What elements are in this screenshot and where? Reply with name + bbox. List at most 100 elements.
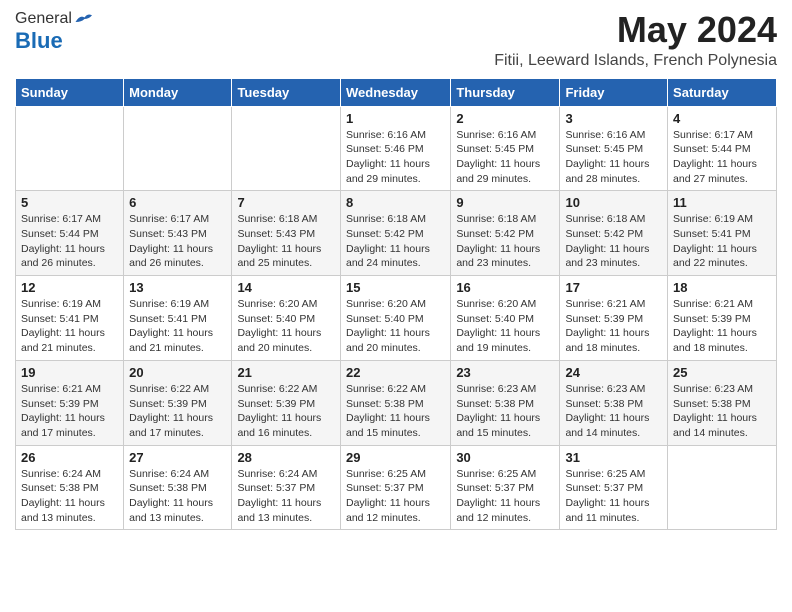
table-row [668,445,777,530]
table-row: 7Sunrise: 6:18 AM Sunset: 5:43 PM Daylig… [232,191,341,276]
day-number: 20 [129,365,226,380]
day-info: Sunrise: 6:23 AM Sunset: 5:38 PM Dayligh… [456,382,554,441]
day-info: Sunrise: 6:19 AM Sunset: 5:41 PM Dayligh… [21,297,118,356]
day-number: 3 [565,111,662,126]
day-info: Sunrise: 6:16 AM Sunset: 5:45 PM Dayligh… [565,128,662,187]
table-row: 16Sunrise: 6:20 AM Sunset: 5:40 PM Dayli… [451,276,560,361]
table-row: 21Sunrise: 6:22 AM Sunset: 5:39 PM Dayli… [232,360,341,445]
day-info: Sunrise: 6:23 AM Sunset: 5:38 PM Dayligh… [673,382,771,441]
table-row [124,106,232,191]
logo: General Blue [15,10,92,54]
day-number: 18 [673,280,771,295]
logo-general-text: General [15,10,72,28]
table-row: 18Sunrise: 6:21 AM Sunset: 5:39 PM Dayli… [668,276,777,361]
table-row: 14Sunrise: 6:20 AM Sunset: 5:40 PM Dayli… [232,276,341,361]
day-number: 12 [21,280,118,295]
logo-blue-text: Blue [15,28,63,54]
table-row: 23 Sunrise: 6:23 AM Sunset: 5:38 PM Dayli… [451,360,560,445]
calendar-header-row: Sunday Monday Tuesday Wednesday Thursday… [16,78,777,106]
day-info: Sunrise: 6:21 AM Sunset: 5:39 PM Dayligh… [565,297,662,356]
table-row: 3 Sunrise: 6:16 AM Sunset: 5:45 PM Daylig… [560,106,668,191]
table-row: 19 Sunrise: 6:21 AM Sunset: 5:39 PM Dayli… [16,360,124,445]
header-wednesday: Wednesday [340,78,450,106]
day-number: 1 [346,111,445,126]
table-row: 12 Sunrise: 6:19 AM Sunset: 5:41 PM Dayli… [16,276,124,361]
header-sunday: Sunday [16,78,124,106]
day-number: 2 [456,111,554,126]
day-info: Sunrise: 6:17 AM Sunset: 5:43 PM Dayligh… [129,212,226,271]
table-row: 30 Sunrise: 6:25 AM Sunset: 5:37 PM Dayli… [451,445,560,530]
table-row: 28Sunrise: 6:24 AM Sunset: 5:37 PM Dayli… [232,445,341,530]
table-row: 11Sunrise: 6:19 AM Sunset: 5:41 PM Dayli… [668,191,777,276]
day-number: 17 [565,280,662,295]
table-row: 9 Sunrise: 6:18 AM Sunset: 5:42 PM Daylig… [451,191,560,276]
day-number: 13 [129,280,226,295]
day-number: 11 [673,195,771,210]
day-number: 19 [21,365,118,380]
table-row: 2 Sunrise: 6:16 AM Sunset: 5:45 PM Daylig… [451,106,560,191]
calendar-week-row: 5 Sunrise: 6:17 AM Sunset: 5:44 PM Daylig… [16,191,777,276]
day-info: Sunrise: 6:16 AM Sunset: 5:45 PM Dayligh… [456,128,554,187]
day-info: Sunrise: 6:21 AM Sunset: 5:39 PM Dayligh… [21,382,118,441]
day-number: 30 [456,450,554,465]
table-row: 1 Sunrise: 6:16 AM Sunset: 5:46 PM Daylig… [340,106,450,191]
day-info: Sunrise: 6:18 AM Sunset: 5:42 PM Dayligh… [346,212,445,271]
day-number: 21 [237,365,335,380]
day-number: 23 [456,365,554,380]
table-row: 17 Sunrise: 6:21 AM Sunset: 5:39 PM Dayli… [560,276,668,361]
calendar-week-row: 19 Sunrise: 6:21 AM Sunset: 5:39 PM Dayli… [16,360,777,445]
logo-bird-icon [74,10,92,28]
day-info: Sunrise: 6:18 AM Sunset: 5:42 PM Dayligh… [456,212,554,271]
table-row [16,106,124,191]
day-number: 16 [456,280,554,295]
table-row [232,106,341,191]
day-number: 4 [673,111,771,126]
header-monday: Monday [124,78,232,106]
table-row: 20Sunrise: 6:22 AM Sunset: 5:39 PM Dayli… [124,360,232,445]
table-row: 22 Sunrise: 6:22 AM Sunset: 5:38 PM Dayli… [340,360,450,445]
day-info: Sunrise: 6:18 AM Sunset: 5:42 PM Dayligh… [565,212,662,271]
day-number: 5 [21,195,118,210]
day-info: Sunrise: 6:23 AM Sunset: 5:38 PM Dayligh… [565,382,662,441]
day-number: 10 [565,195,662,210]
day-info: Sunrise: 6:22 AM Sunset: 5:38 PM Dayligh… [346,382,445,441]
table-row: 24Sunrise: 6:23 AM Sunset: 5:38 PM Dayli… [560,360,668,445]
table-row: 10 Sunrise: 6:18 AM Sunset: 5:42 PM Dayli… [560,191,668,276]
table-row: 13Sunrise: 6:19 AM Sunset: 5:41 PM Dayli… [124,276,232,361]
table-row: 8 Sunrise: 6:18 AM Sunset: 5:42 PM Daylig… [340,191,450,276]
day-info: Sunrise: 6:18 AM Sunset: 5:43 PM Dayligh… [237,212,335,271]
table-row: 5 Sunrise: 6:17 AM Sunset: 5:44 PM Daylig… [16,191,124,276]
day-number: 29 [346,450,445,465]
day-number: 6 [129,195,226,210]
day-info: Sunrise: 6:20 AM Sunset: 5:40 PM Dayligh… [346,297,445,356]
day-number: 8 [346,195,445,210]
calendar-week-row: 12 Sunrise: 6:19 AM Sunset: 5:41 PM Dayli… [16,276,777,361]
day-info: Sunrise: 6:24 AM Sunset: 5:38 PM Dayligh… [21,467,118,526]
header-thursday: Thursday [451,78,560,106]
day-number: 22 [346,365,445,380]
calendar-week-row: 26 Sunrise: 6:24 AM Sunset: 5:38 PM Dayli… [16,445,777,530]
day-info: Sunrise: 6:17 AM Sunset: 5:44 PM Dayligh… [21,212,118,271]
day-number: 14 [237,280,335,295]
header-tuesday: Tuesday [232,78,341,106]
table-row: 4 Sunrise: 6:17 AM Sunset: 5:44 PM Daylig… [668,106,777,191]
day-info: Sunrise: 6:25 AM Sunset: 5:37 PM Dayligh… [346,467,445,526]
day-info: Sunrise: 6:17 AM Sunset: 5:44 PM Dayligh… [673,128,771,187]
calendar-location: Fitii, Leeward Islands, French Polynesia [494,52,777,70]
day-info: Sunrise: 6:25 AM Sunset: 5:37 PM Dayligh… [456,467,554,526]
table-row: 15Sunrise: 6:20 AM Sunset: 5:40 PM Dayli… [340,276,450,361]
day-info: Sunrise: 6:24 AM Sunset: 5:37 PM Dayligh… [237,467,335,526]
calendar-title: May 2024 [494,10,777,50]
page: General Blue May 2024 Fitii, Leeward Isl… [0,0,792,545]
table-row: 29 Sunrise: 6:25 AM Sunset: 5:37 PM Dayli… [340,445,450,530]
title-block: May 2024 Fitii, Leeward Islands, French … [494,10,777,70]
day-info: Sunrise: 6:24 AM Sunset: 5:38 PM Dayligh… [129,467,226,526]
calendar-table: Sunday Monday Tuesday Wednesday Thursday… [15,78,777,531]
calendar-week-row: 1 Sunrise: 6:16 AM Sunset: 5:46 PM Daylig… [16,106,777,191]
day-number: 26 [21,450,118,465]
table-row: 27Sunrise: 6:24 AM Sunset: 5:38 PM Dayli… [124,445,232,530]
table-row: 26 Sunrise: 6:24 AM Sunset: 5:38 PM Dayli… [16,445,124,530]
day-info: Sunrise: 6:16 AM Sunset: 5:46 PM Dayligh… [346,128,445,187]
day-number: 9 [456,195,554,210]
day-number: 31 [565,450,662,465]
